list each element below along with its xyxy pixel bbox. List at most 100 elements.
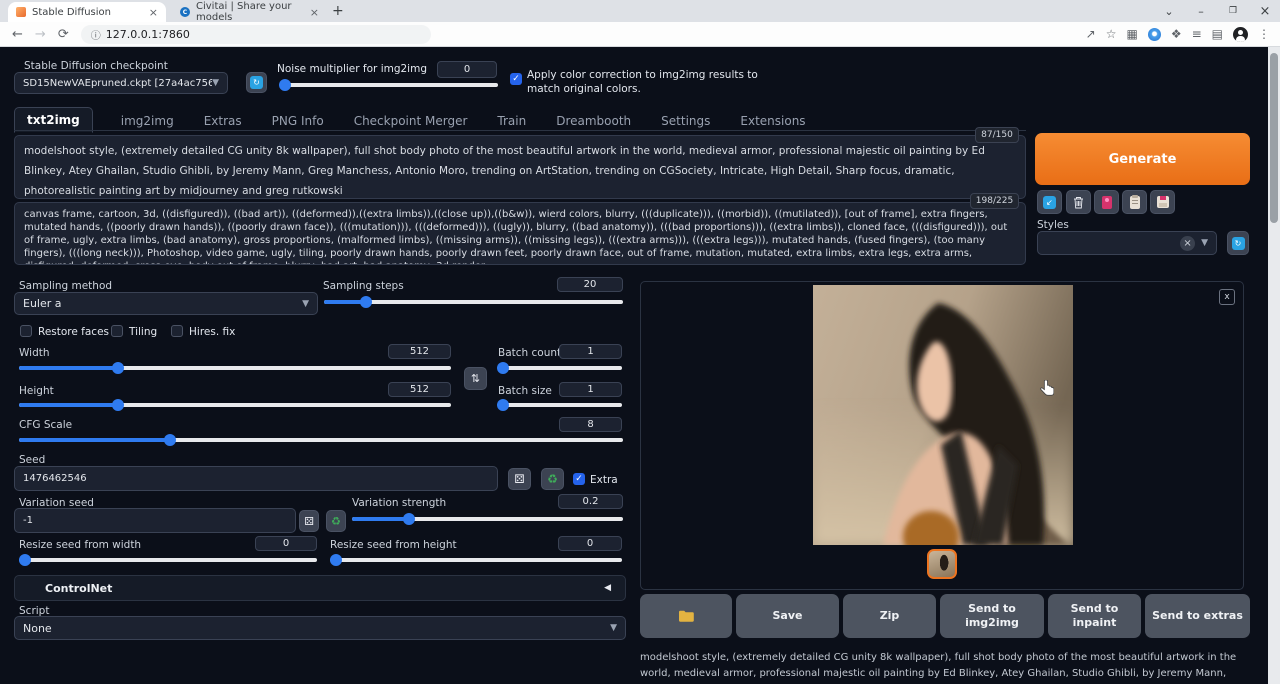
negative-prompt-textarea[interactable]: canvas frame, cartoon, 3d, ((disfigured)… xyxy=(14,202,1026,265)
minimize-button[interactable]: – xyxy=(1186,0,1216,22)
bookmark-star-icon[interactable]: ☆ xyxy=(1106,27,1117,41)
forward-icon[interactable]: → xyxy=(35,27,46,42)
extra-seed-checkbox[interactable]: ✓ xyxy=(573,473,585,485)
open-folder-button[interactable] xyxy=(640,594,732,638)
batch-size-slider[interactable] xyxy=(498,403,622,407)
noise-multiplier-slider[interactable] xyxy=(281,83,498,87)
sampling-steps-slider[interactable] xyxy=(324,300,623,304)
chevron-down-icon: ▼ xyxy=(1201,238,1208,248)
chevron-down-icon: ▼ xyxy=(610,623,617,633)
browser-tab-civitai[interactable]: C Civitai | Share your models × xyxy=(172,2,327,22)
close-window-button[interactable]: × xyxy=(1250,0,1280,22)
sampling-steps-value[interactable]: 20 xyxy=(557,277,623,292)
apply-style-button[interactable] xyxy=(1122,190,1147,214)
resize-seed-height-value[interactable]: 0 xyxy=(558,536,622,551)
slider-handle[interactable] xyxy=(497,399,509,411)
new-tab-button[interactable]: + xyxy=(332,3,344,19)
site-info-icon[interactable]: ⓘ xyxy=(91,27,101,42)
resize-seed-height-slider[interactable] xyxy=(330,558,622,562)
prompt-textarea[interactable]: modelshoot style, (extremely detailed CG… xyxy=(14,135,1026,199)
variation-strength-value[interactable]: 0.2 xyxy=(558,494,623,509)
slider-handle[interactable] xyxy=(112,362,124,374)
height-value[interactable]: 512 xyxy=(388,382,451,397)
script-dropdown[interactable]: None ▼ xyxy=(14,616,626,640)
reading-list-icon[interactable]: ≡ xyxy=(1192,27,1202,41)
noise-multiplier-value[interactable]: 0 xyxy=(437,61,497,78)
reload-icon[interactable]: ⟳ xyxy=(58,27,69,42)
tiling-checkbox[interactable] xyxy=(111,325,123,337)
resize-seed-width-value[interactable]: 0 xyxy=(255,536,317,551)
card-icon xyxy=(1102,196,1112,209)
height-slider[interactable] xyxy=(19,403,451,407)
browser-tab-stable-diffusion[interactable]: Stable Diffusion × xyxy=(8,2,166,22)
send-to-inpaint-button[interactable]: Send to inpaint xyxy=(1048,594,1141,638)
close-tab-icon[interactable]: × xyxy=(310,6,319,19)
gallery-thumbnail[interactable] xyxy=(927,549,957,579)
cfg-scale-value[interactable]: 8 xyxy=(559,417,622,432)
random-seed-button[interactable]: ⚄ xyxy=(508,468,531,490)
checkpoint-label: Stable Diffusion checkpoint xyxy=(24,60,168,72)
send-to-extras-button[interactable]: Send to extras xyxy=(1145,594,1250,638)
cfg-scale-slider[interactable] xyxy=(19,438,623,442)
refresh-styles-button[interactable]: ↻ xyxy=(1227,231,1249,255)
random-variation-seed-button[interactable]: ⚄ xyxy=(299,510,319,532)
width-value[interactable]: 512 xyxy=(388,344,451,359)
profile-avatar[interactable] xyxy=(1233,27,1248,42)
share-icon[interactable]: ↗ xyxy=(1086,27,1096,41)
seed-input[interactable]: 1476462546 xyxy=(14,466,498,491)
clear-prompt-button[interactable] xyxy=(1066,190,1091,214)
sampling-method-dropdown[interactable]: Euler a ▼ xyxy=(14,292,318,315)
slider-handle[interactable] xyxy=(403,513,415,525)
paste-params-button[interactable]: ↙ xyxy=(1037,190,1062,214)
generated-image[interactable] xyxy=(813,285,1073,545)
variation-seed-value: -1 xyxy=(23,515,33,526)
height-label: Height xyxy=(19,385,54,397)
batch-count-value[interactable]: 1 xyxy=(559,344,622,359)
save-button[interactable]: Save xyxy=(736,594,839,638)
restore-button[interactable]: ❐ xyxy=(1218,0,1248,22)
extra-networks-button[interactable] xyxy=(1094,190,1119,214)
batch-count-slider[interactable] xyxy=(498,366,622,370)
scrollbar-thumb[interactable] xyxy=(1270,53,1278,223)
reuse-variation-seed-button[interactable]: ♻ xyxy=(326,510,346,532)
chrome-chevron-icon[interactable]: ⌄ xyxy=(1154,0,1184,22)
url-text: 127.0.0.1:7860 xyxy=(106,28,190,41)
generate-button[interactable]: Generate xyxy=(1035,133,1250,185)
extension-dot-icon[interactable] xyxy=(1148,28,1161,41)
width-slider[interactable] xyxy=(19,366,451,370)
side-panel-icon[interactable]: ▤ xyxy=(1212,27,1223,41)
close-tab-icon[interactable]: × xyxy=(149,6,158,19)
reuse-seed-button[interactable]: ♻ xyxy=(541,468,564,490)
batch-size-value[interactable]: 1 xyxy=(559,382,622,397)
checkpoint-dropdown[interactable]: SD15NewVAEpruned.ckpt [27a4ac756c] ▼ xyxy=(14,72,228,94)
slider-handle[interactable] xyxy=(330,554,342,566)
styles-dropdown[interactable]: × ▼ xyxy=(1037,231,1217,255)
resize-seed-width-slider[interactable] xyxy=(19,558,317,562)
browser-menu-icon[interactable]: ⋮ xyxy=(1258,27,1270,41)
slider-handle[interactable] xyxy=(164,434,176,446)
page-scrollbar[interactable] xyxy=(1268,47,1280,684)
extensions-puzzle-icon[interactable]: ❖ xyxy=(1171,27,1182,41)
slider-handle[interactable] xyxy=(497,362,509,374)
restore-faces-checkbox[interactable] xyxy=(20,325,32,337)
send-to-img2img-button[interactable]: Send to img2img xyxy=(940,594,1044,638)
grid-extension-icon[interactable]: ▦ xyxy=(1126,27,1137,41)
slider-handle[interactable] xyxy=(112,399,124,411)
resize-seed-height-label: Resize seed from height xyxy=(330,539,457,551)
variation-seed-input[interactable]: -1 xyxy=(14,508,296,533)
url-field[interactable]: ⓘ 127.0.0.1:7860 xyxy=(81,25,431,44)
controlnet-accordion[interactable]: ControlNet ◀ xyxy=(14,575,626,601)
slider-handle[interactable] xyxy=(279,79,291,91)
slider-handle[interactable] xyxy=(19,554,31,566)
back-icon[interactable]: ← xyxy=(12,27,23,42)
swap-dimensions-button[interactable]: ⇅ xyxy=(464,367,487,390)
save-style-button[interactable] xyxy=(1150,190,1175,214)
color-correction-checkbox[interactable]: ✓ xyxy=(510,73,522,85)
variation-strength-slider[interactable] xyxy=(352,517,623,521)
zip-button[interactable]: Zip xyxy=(843,594,936,638)
slider-handle[interactable] xyxy=(360,296,372,308)
refresh-checkpoint-button[interactable]: ↻ xyxy=(246,72,267,93)
hires-fix-checkbox[interactable] xyxy=(171,325,183,337)
clear-styles-icon[interactable]: × xyxy=(1180,236,1195,251)
close-gallery-button[interactable]: x xyxy=(1219,289,1235,305)
